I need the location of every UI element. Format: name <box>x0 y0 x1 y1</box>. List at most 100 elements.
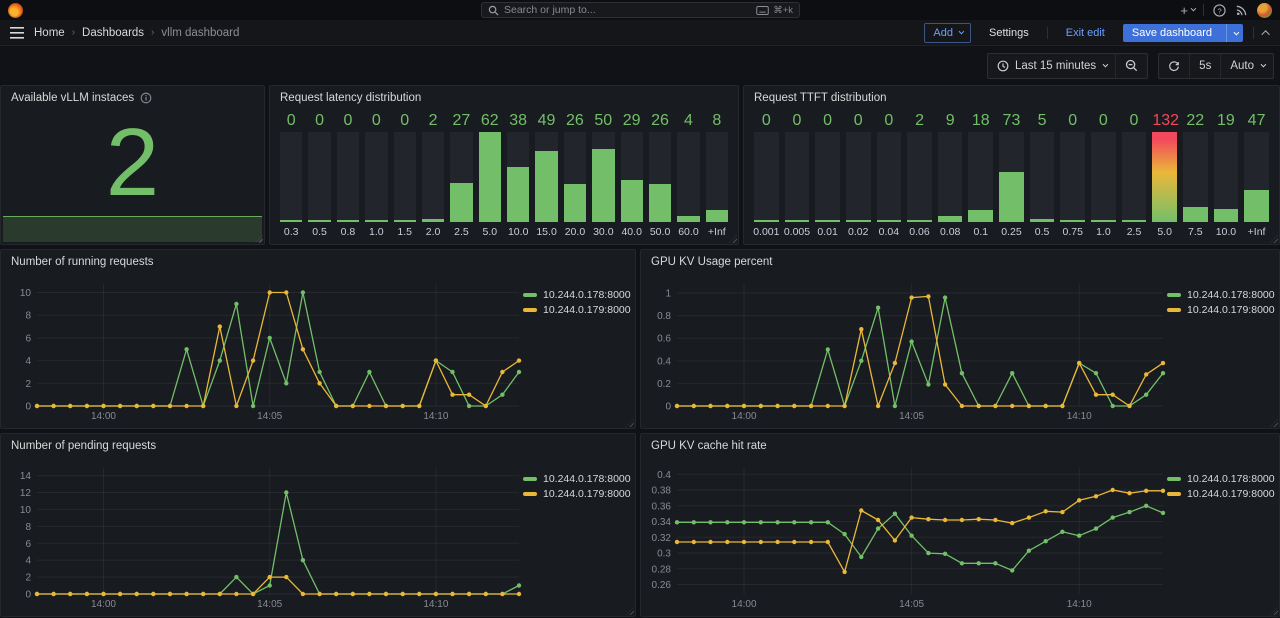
svg-text:6: 6 <box>25 333 31 344</box>
bar-track <box>938 132 963 222</box>
panel-header[interactable]: Number of running requests <box>1 250 635 274</box>
legend-swatch <box>1167 308 1181 312</box>
panel-header[interactable]: Number of pending requests <box>1 434 635 458</box>
bar-value: 38 <box>507 112 529 132</box>
time-picker-group: Last 15 minutes <box>987 53 1148 79</box>
panel-resize-handle[interactable] <box>729 235 737 243</box>
panel-resize-handle[interactable] <box>1270 235 1278 243</box>
refresh-interval-label[interactable]: 5s <box>1189 54 1220 78</box>
legend-item[interactable]: 10.244.0.178:8000 <box>1167 473 1275 485</box>
bar-column: 01.0 <box>365 112 387 238</box>
add-new-button[interactable]: + <box>1180 4 1194 17</box>
svg-text:14:10: 14:10 <box>1067 411 1092 422</box>
svg-text:4: 4 <box>25 556 31 567</box>
legend-item[interactable]: 10.244.0.178:8000 <box>523 473 631 485</box>
panel-header[interactable]: Request latency distribution <box>270 86 738 110</box>
svg-text:8: 8 <box>25 311 31 322</box>
auto-refresh-picker[interactable]: Auto <box>1220 54 1273 78</box>
panel-header[interactable]: Request TTFT distribution <box>744 86 1279 110</box>
bar-fill <box>1244 190 1269 222</box>
bar-fill <box>1214 209 1239 222</box>
bar-fill <box>1183 207 1208 222</box>
panel-header[interactable]: GPU KV Usage percent <box>641 250 1279 274</box>
exit-edit-button[interactable]: Exit edit <box>1058 24 1113 42</box>
info-icon[interactable] <box>140 92 152 104</box>
panel-header[interactable]: GPU KV cache hit rate <box>641 434 1279 458</box>
bar-value: 0 <box>877 112 902 132</box>
bar-track <box>479 132 501 222</box>
collapse-bar-button[interactable] <box>1264 30 1270 36</box>
settings-button[interactable]: Settings <box>981 24 1037 42</box>
bar-track <box>507 132 529 222</box>
bar-track <box>1060 132 1085 222</box>
bar-column: 5030.0 <box>592 112 614 238</box>
legend-item[interactable]: 10.244.0.179:8000 <box>523 304 631 316</box>
legend-item[interactable]: 10.244.0.178:8000 <box>523 289 631 301</box>
breadcrumb-dashboards[interactable]: Dashboards <box>82 27 144 39</box>
search-input[interactable] <box>504 4 751 16</box>
bar-label: 2.5 <box>1122 222 1147 238</box>
refresh-button[interactable] <box>1159 54 1189 78</box>
breadcrumb-home[interactable]: Home <box>34 27 65 39</box>
save-dashboard-label: Save dashboard <box>1123 24 1221 42</box>
bar-label: 50.0 <box>649 222 671 238</box>
search-box[interactable]: ⌘+k <box>481 2 800 18</box>
bar-label: 0.01 <box>815 222 840 238</box>
legend-item[interactable]: 10.244.0.178:8000 <box>1167 289 1275 301</box>
bar-label: 1.0 <box>1091 222 1116 238</box>
legend-item[interactable]: 10.244.0.179:8000 <box>1167 304 1275 316</box>
bar-fill <box>337 220 359 222</box>
bar-value: 73 <box>999 112 1024 132</box>
time-range-picker[interactable]: Last 15 minutes <box>988 54 1115 78</box>
bar-label: 40.0 <box>621 222 643 238</box>
panel-cache-hit-rate: GPU KV cache hit rate 0.260.280.30.320.3… <box>640 433 1280 617</box>
bar-track <box>1183 132 1208 222</box>
bar-fill <box>1060 220 1085 222</box>
legend-item[interactable]: 10.244.0.179:8000 <box>1167 488 1275 500</box>
breadcrumb-bar: Home › Dashboards › vllm dashboard Add S… <box>0 20 1280 46</box>
hamburger-icon[interactable] <box>10 27 24 39</box>
svg-text:14:05: 14:05 <box>257 599 282 610</box>
svg-text:12: 12 <box>20 488 32 499</box>
bar-fill <box>280 220 302 222</box>
bar-label: 0.8 <box>337 222 359 238</box>
bar-label: 2.5 <box>450 222 472 238</box>
bar-label: 0.001 <box>754 222 779 238</box>
bar-label: 5.0 <box>479 222 501 238</box>
bar-track <box>1152 132 1177 222</box>
save-dashboard-button[interactable]: Save dashboard <box>1123 24 1243 42</box>
svg-text:14:00: 14:00 <box>91 599 116 610</box>
help-button[interactable]: ? <box>1213 4 1226 17</box>
bar-column: 1325.0 <box>1152 112 1177 238</box>
bar-fill <box>649 184 671 222</box>
svg-text:0: 0 <box>25 402 31 413</box>
bar-track <box>621 132 643 222</box>
bar-fill <box>422 219 444 222</box>
legend-label: 10.244.0.178:8000 <box>543 289 631 301</box>
bar-label: 0.06 <box>907 222 932 238</box>
grafana-logo[interactable] <box>8 3 23 18</box>
bar-value: 9 <box>938 112 963 132</box>
bar-track <box>450 132 472 222</box>
svg-text:10: 10 <box>20 288 32 299</box>
svg-text:4: 4 <box>25 356 31 367</box>
add-button-label: Add <box>933 27 953 39</box>
svg-text:14:10: 14:10 <box>423 599 448 610</box>
bar-fill <box>507 167 529 222</box>
add-button[interactable]: Add <box>924 23 971 43</box>
bar-label: 10.0 <box>1214 222 1239 238</box>
avatar[interactable] <box>1257 3 1272 18</box>
panel-header[interactable]: Available vLLM instaces <box>1 86 264 110</box>
bar-value: 26 <box>564 112 586 132</box>
zoom-out-button[interactable] <box>1115 54 1147 78</box>
svg-text:0.36: 0.36 <box>652 501 672 512</box>
bar-label: 0.5 <box>308 222 330 238</box>
legend-item[interactable]: 10.244.0.179:8000 <box>523 488 631 500</box>
divider <box>1253 27 1254 39</box>
bar-column: 47+Inf <box>1244 112 1269 238</box>
save-options-caret[interactable] <box>1226 24 1243 42</box>
bar-track <box>280 132 302 222</box>
bar-column: 272.5 <box>450 112 472 238</box>
news-button[interactable] <box>1235 4 1248 17</box>
svg-text:14: 14 <box>20 471 32 482</box>
